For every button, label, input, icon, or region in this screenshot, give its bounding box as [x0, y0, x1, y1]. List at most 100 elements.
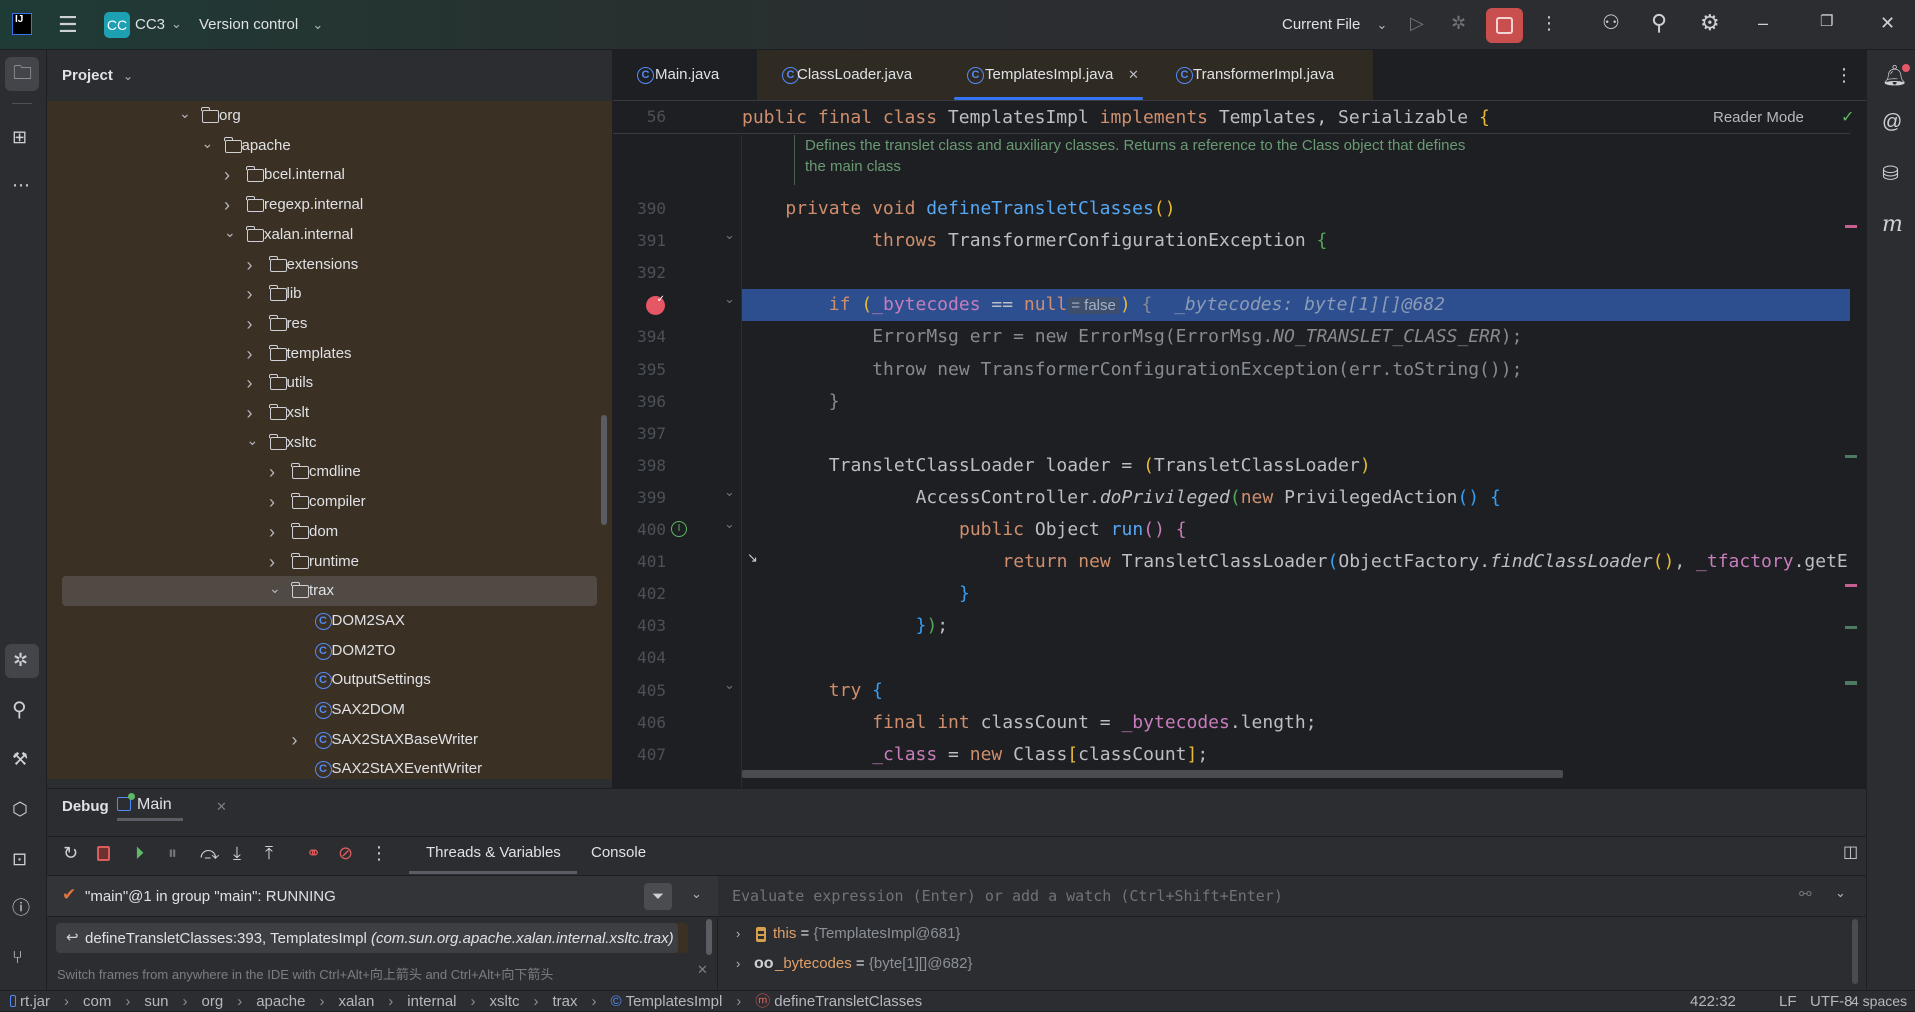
breadcrumb-item[interactable]: xsltc	[490, 993, 520, 1010]
close-tab-icon[interactable]: ✕	[1128, 50, 1139, 100]
thread-selector[interactable]: ✔ "main"@1 in group "main": RUNNING ⏷ ⌄	[47, 876, 718, 917]
close-icon[interactable]: ✕	[1880, 14, 1895, 32]
fold-chevron-icon[interactable]: ⌄	[724, 227, 735, 243]
tree-item[interactable]: C SAX2StAXEventWriter	[47, 754, 612, 779]
run-services-icon[interactable]: ⬡	[12, 800, 28, 818]
variables-scrollbar[interactable]	[1852, 919, 1858, 984]
tab-threads-variables[interactable]: Threads & Variables	[426, 844, 561, 861]
run-config-selector[interactable]: Current File ⌄	[1282, 16, 1387, 33]
tree-item[interactable]: › dom	[47, 517, 612, 547]
git-icon[interactable]: ⑂	[12, 948, 23, 966]
debug-tool-button[interactable]: ✲	[5, 644, 39, 678]
terminal-icon[interactable]: ⊡	[12, 850, 27, 868]
more-icon[interactable]: ⋮	[370, 844, 388, 862]
chevron-down-icon[interactable]: ⌄	[269, 573, 281, 603]
chevron-down-icon[interactable]: ⌄	[179, 101, 191, 128]
search-icon[interactable]: ⚲	[12, 700, 27, 720]
breadcrumb-item[interactable]: xalan	[338, 993, 374, 1010]
maven-icon[interactable]: m	[1882, 214, 1903, 236]
tree-item[interactable]: › res	[47, 309, 612, 339]
tree-item[interactable]: › compiler	[47, 487, 612, 517]
chevron-right-icon[interactable]: ›	[292, 725, 298, 755]
session-tab-main[interactable]: Main	[117, 793, 183, 821]
breadcrumb-item[interactable]: apache	[256, 993, 305, 1010]
reader-mode-button[interactable]: Reader Mode	[1713, 109, 1804, 126]
variable-row[interactable]: › oo _bytecodes = {byte[1][]@682}	[719, 949, 1839, 979]
rerun-icon[interactable]: ↻	[63, 844, 78, 862]
fold-chevron-icon[interactable]: ⌄	[724, 677, 735, 693]
more-tools-icon[interactable]: ⋯	[12, 176, 30, 194]
chevron-down-icon[interactable]: ⌄	[224, 217, 236, 247]
fold-chevron-icon[interactable]: ⌄	[724, 291, 735, 307]
code-editor[interactable]: 56 public final class TemplatesImpl impl…	[613, 101, 1866, 788]
more-icon[interactable]: ⋮	[1540, 14, 1558, 32]
tree-item[interactable]: › cmdline	[47, 457, 612, 487]
tab-transformerimpl-java[interactable]: C TransformerImpl.java	[1153, 50, 1373, 100]
tree-item[interactable]: ⌄ xalan.internal	[47, 220, 612, 250]
tree-item[interactable]: C OutputSettings	[47, 665, 612, 695]
chevron-down-icon[interactable]: ⌄	[1835, 885, 1846, 901]
add-user-icon[interactable]: ⚇	[1602, 13, 1620, 33]
pause-icon[interactable]: ⏸	[168, 844, 177, 862]
filter-button[interactable]: ⏷	[644, 883, 672, 910]
gear-icon[interactable]: ⚙	[1700, 12, 1720, 34]
chevron-right-icon[interactable]: ›	[247, 398, 253, 428]
stop-button[interactable]	[1486, 8, 1523, 43]
breadcrumb-item[interactable]: com	[83, 993, 111, 1010]
breadcrumb-item[interactable]: defineTransletClasses	[774, 993, 922, 1010]
vcs-selector[interactable]: Version control ⌄	[199, 16, 323, 33]
breadcrumb-item[interactable]: rt.jar	[20, 993, 50, 1010]
layout-icon[interactable]: ◫	[1843, 845, 1858, 861]
stop-icon[interactable]	[97, 846, 110, 861]
tree-item[interactable]: › regexp.internal	[47, 190, 612, 220]
tab-templatesimpl-java[interactable]: C TemplatesImpl.java ✕	[944, 50, 1153, 100]
implements-method-icon[interactable]: I	[671, 521, 687, 537]
breakpoint-icon[interactable]: ✓	[646, 295, 665, 316]
chevron-right-icon[interactable]: ›	[247, 339, 253, 369]
tree-item[interactable]: ⌄ apache	[47, 131, 612, 161]
mute-breakpoints-icon[interactable]: ⊘	[338, 844, 353, 862]
run-icon[interactable]: ▷	[1410, 14, 1424, 32]
restore-icon[interactable]: ❐	[1820, 14, 1833, 29]
close-session-icon[interactable]: ✕	[216, 799, 227, 815]
step-into-icon[interactable]: ⤓	[233, 844, 241, 862]
tree-item[interactable]: › lib	[47, 279, 612, 309]
breadcrumb-item[interactable]: TemplatesImpl	[626, 993, 723, 1010]
tree-item[interactable]: › runtime	[47, 547, 612, 577]
chevron-right-icon[interactable]: ›	[247, 368, 253, 398]
tree-item[interactable]: › C SAX2StAXBaseWriter	[47, 725, 612, 755]
chevron-right-icon[interactable]: ›	[269, 517, 275, 547]
tree-item[interactable]: C SAX2DOM	[47, 695, 612, 725]
problems-icon[interactable]: ⓘ	[12, 899, 30, 917]
tree-item[interactable]: › bcel.internal	[47, 160, 612, 190]
breadcrumb-item[interactable]: sun	[144, 993, 168, 1010]
tree-item[interactable]: C DOM2SAX	[47, 606, 612, 636]
file-encoding[interactable]: UTF-8	[1810, 991, 1853, 1012]
view-breakpoints-icon[interactable]: ⚭	[306, 844, 321, 862]
tree-item[interactable]: ⌄ org	[47, 101, 612, 131]
breadcrumb-item[interactable]: trax	[553, 993, 578, 1010]
chevron-down-icon[interactable]: ⌄	[202, 128, 214, 158]
tree-item[interactable]: › templates	[47, 339, 612, 369]
step-out-icon[interactable]: ⤒	[265, 844, 273, 862]
debug-icon[interactable]: ✲	[1451, 14, 1466, 32]
tree-item[interactable]: › utils	[47, 368, 612, 398]
line-ending[interactable]: LF	[1779, 991, 1797, 1012]
chevron-right-icon[interactable]: ›	[247, 309, 253, 339]
resume-icon[interactable]: ⏵	[135, 844, 144, 862]
tab-main-java[interactable]: C Main.java	[613, 50, 757, 100]
chevron-right-icon[interactable]: ›	[269, 487, 275, 517]
hamburger-menu-icon[interactable]: ☰	[58, 14, 78, 36]
add-watch-icon[interactable]: ⚯	[1799, 885, 1812, 903]
search-icon[interactable]: ⚲	[1651, 12, 1667, 34]
indent-setting[interactable]: 4 spaces	[1851, 991, 1907, 1012]
database-icon[interactable]: ⛁	[1882, 164, 1899, 184]
chevron-right-icon[interactable]: ›	[247, 279, 253, 309]
evaluate-expression-input[interactable]: Evaluate expression (Enter) or add a wat…	[719, 876, 1866, 917]
chevron-down-icon[interactable]: ⌄	[691, 886, 702, 902]
tree-item[interactable]: ⌄ xsltc	[47, 428, 612, 458]
intellij-logo-icon[interactable]: IJ	[12, 13, 32, 35]
caret-position[interactable]: 422:32	[1690, 991, 1736, 1012]
frames-scrollbar[interactable]	[706, 919, 712, 955]
frame-list-item[interactable]: ↩ defineTransletClasses:393, TemplatesIm…	[56, 923, 688, 953]
